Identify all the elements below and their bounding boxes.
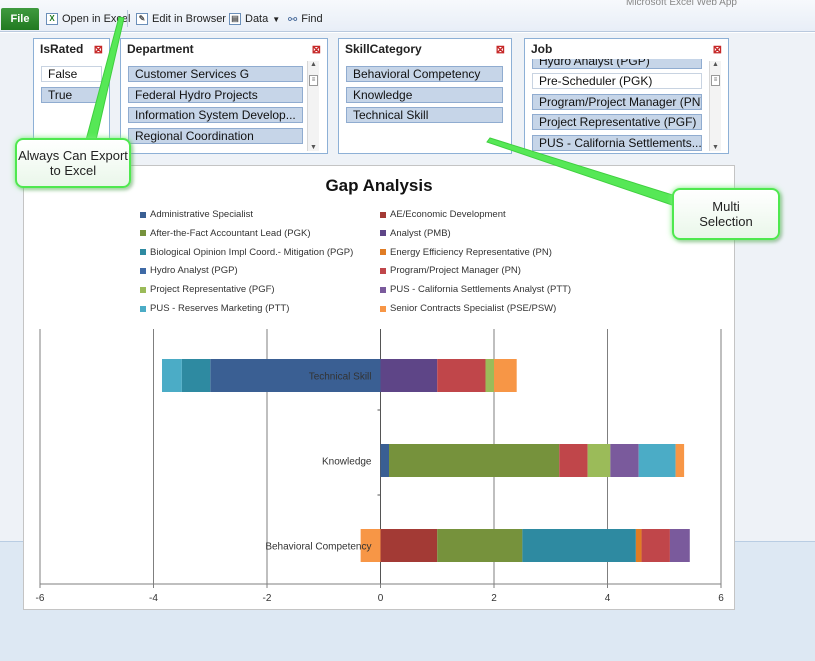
bar-segment bbox=[380, 359, 438, 392]
edit-icon: ✎ bbox=[136, 13, 148, 25]
bar-segment bbox=[635, 529, 642, 562]
find-button[interactable]: ⚯ Find bbox=[288, 10, 323, 28]
slicer-item[interactable]: Pre-Scheduler (PGK) bbox=[532, 73, 702, 89]
bar-segment bbox=[638, 444, 676, 477]
bar-segment bbox=[522, 529, 636, 562]
bar-segment bbox=[162, 359, 182, 392]
bar-segment bbox=[669, 529, 690, 562]
bar-segment bbox=[641, 529, 670, 562]
bar-segment bbox=[380, 444, 390, 477]
clear-filter-icon[interactable]: ⊠ bbox=[713, 43, 722, 56]
bar-segment bbox=[610, 444, 639, 477]
open-in-excel-label: Open in Excel bbox=[62, 13, 131, 25]
slicer-item[interactable]: Regional Coordination bbox=[128, 128, 303, 144]
bar-segment bbox=[437, 359, 486, 392]
chart-plot-area: -6 -4 -2 0 2 4 6 Technical Skill Knowledge Behavi… bbox=[36, 329, 724, 604]
x-tick-label: 6 bbox=[718, 593, 724, 604]
slicer-item[interactable]: Knowledge bbox=[346, 87, 503, 103]
category-label: Knowledge bbox=[322, 457, 372, 468]
slicer-item[interactable]: Customer Services G bbox=[128, 66, 303, 82]
category-label: Technical Skill bbox=[309, 372, 372, 383]
x-tick-label: -2 bbox=[263, 593, 272, 604]
file-tab[interactable]: File bbox=[1, 8, 39, 30]
clear-filter-icon[interactable]: ⊠ bbox=[312, 43, 321, 56]
scroll-down-icon[interactable]: ▼ bbox=[308, 144, 319, 151]
edit-in-browser-label: Edit in Browser bbox=[152, 13, 226, 25]
edit-in-browser-button[interactable]: ✎ Edit in Browser bbox=[136, 10, 226, 28]
scrollbar[interactable]: ▲ ≡ ▼ bbox=[709, 61, 721, 151]
bar-segment bbox=[587, 444, 611, 477]
scroll-up-icon[interactable]: ▲ bbox=[710, 61, 721, 68]
slicer-title: Department bbox=[127, 42, 194, 56]
clear-filter-icon[interactable]: ⊠ bbox=[496, 43, 505, 56]
x-tick-label: 0 bbox=[378, 593, 384, 604]
bar-segment bbox=[181, 359, 211, 392]
slicer-item-false[interactable]: False bbox=[41, 66, 102, 82]
bar-segment bbox=[485, 359, 494, 392]
slicer-skillcategory: SkillCategory ⊠ Behavioral Competency Kn… bbox=[338, 38, 512, 154]
open-in-excel-button[interactable]: X Open in Excel bbox=[46, 10, 130, 28]
slicer-department: Department ⊠ Customer Services G Federal… bbox=[120, 38, 328, 154]
scrollbar[interactable]: ▲ ≡ ▼ bbox=[307, 61, 319, 151]
bar-segment bbox=[437, 529, 523, 562]
data-icon: ▤ bbox=[229, 13, 241, 25]
clear-filter-icon[interactable]: ⊠ bbox=[94, 43, 103, 56]
data-menu-label: Data bbox=[245, 13, 269, 25]
excel-icon: X bbox=[46, 13, 58, 25]
slicer-item[interactable]: Project Representative (PGF) bbox=[532, 114, 702, 130]
slicer-israted: IsRated ⊠ False True bbox=[33, 38, 110, 154]
bar-segment bbox=[389, 444, 560, 477]
category-label: Behavioral Competency bbox=[265, 542, 371, 553]
slicer-item[interactable]: Information System Develop... bbox=[128, 107, 303, 123]
bar-segment bbox=[675, 444, 685, 477]
multi-selection-callout: Multi Selection bbox=[672, 188, 780, 240]
x-tick-label: 4 bbox=[605, 593, 611, 604]
slicer-item[interactable]: Technical Skill bbox=[346, 107, 503, 123]
slicer-item-true[interactable]: True bbox=[41, 87, 102, 103]
slicer-item[interactable]: Program/Project Manager (PN) bbox=[532, 94, 702, 110]
export-callout: Always Can Export to Excel bbox=[15, 138, 131, 188]
binoculars-icon: ⚯ bbox=[288, 13, 298, 26]
x-tick-label: 2 bbox=[491, 593, 497, 604]
chevron-down-icon: ▼ bbox=[272, 14, 281, 24]
ribbon: File X Open in Excel ✎ Edit in Browser ▤… bbox=[0, 0, 815, 32]
data-menu-button[interactable]: ▤ Data ▼ bbox=[229, 10, 280, 28]
scrollbar-thumb[interactable]: ≡ bbox=[309, 75, 318, 86]
slicer-title: IsRated bbox=[40, 42, 84, 56]
x-tick-label: -6 bbox=[36, 593, 45, 604]
bar-segment bbox=[494, 359, 517, 392]
app-title: Microsoft Excel Web App bbox=[626, 0, 737, 8]
slicer-item[interactable]: PUS - California Settlements... bbox=[532, 135, 702, 151]
find-label: Find bbox=[301, 13, 323, 25]
gap-analysis-chart: Gap Analysis Administrative Specialist AE… bbox=[23, 165, 735, 610]
ribbon-separator bbox=[127, 10, 128, 27]
scroll-down-icon[interactable]: ▼ bbox=[710, 144, 721, 151]
slicer-job: Job ⊠ Hydro Analyst (PGP) Pre-Scheduler … bbox=[524, 38, 729, 154]
bar-segment bbox=[559, 444, 588, 477]
bar-segment bbox=[380, 529, 438, 562]
slicer-item[interactable]: Federal Hydro Projects bbox=[128, 87, 303, 103]
scroll-up-icon[interactable]: ▲ bbox=[308, 61, 319, 68]
slicer-title: Job bbox=[531, 42, 553, 56]
slicer-title: SkillCategory bbox=[345, 42, 422, 56]
x-tick-label: -4 bbox=[149, 593, 158, 604]
slicer-item[interactable]: Behavioral Competency bbox=[346, 66, 503, 82]
scrollbar-thumb[interactable]: ≡ bbox=[711, 75, 720, 86]
